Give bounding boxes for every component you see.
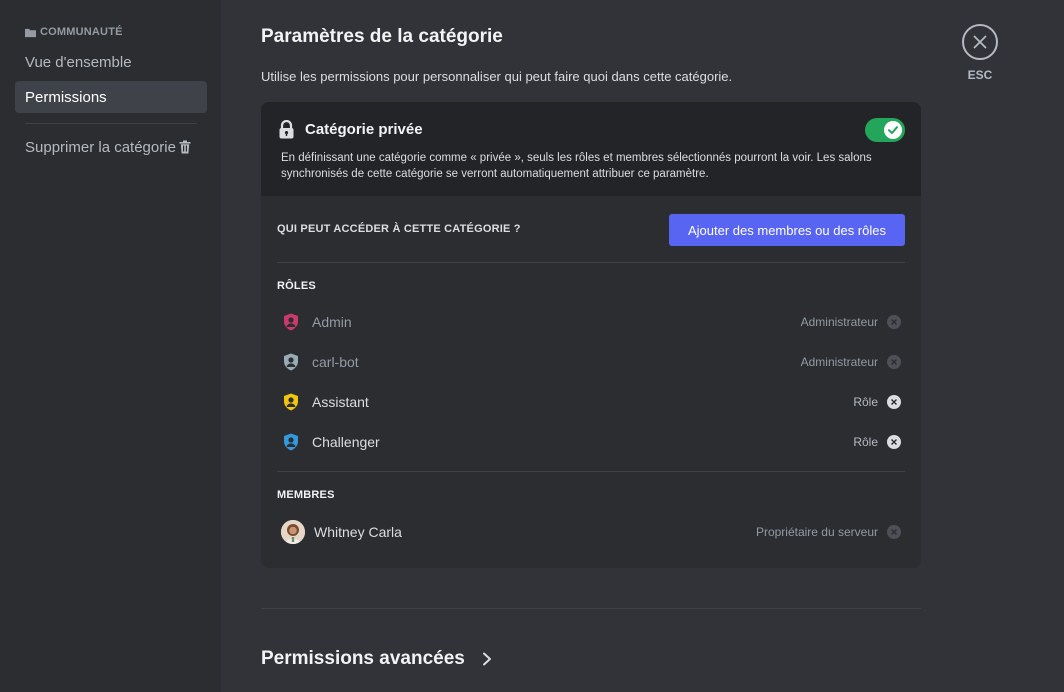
role-shield-icon: [277, 312, 307, 332]
sidebar-item-label: Vue d'ensemble: [25, 53, 132, 71]
row-actions: Propriétaire du serveur: [756, 525, 905, 539]
main-content: Paramètres de la catégorie Utilise les p…: [221, 0, 1064, 692]
page-subtitle: Utilise les permissions pour personnalis…: [261, 69, 733, 84]
close-control: ESC: [960, 24, 1000, 82]
sidebar-divider: [25, 123, 197, 124]
permissions-card: Catégorie privée En définissant une caté…: [261, 102, 921, 568]
advanced-permissions-toggle[interactable]: Permissions avancées: [261, 648, 493, 670]
page-title: Paramètres de la catégorie: [261, 26, 503, 47]
role-shield-icon: [277, 392, 307, 412]
role-row-challenger: Challenger Rôle: [277, 424, 905, 460]
role-shield-icon: [277, 432, 307, 452]
role-row-assistant: Assistant Rôle: [277, 384, 905, 420]
folder-icon: [25, 28, 36, 37]
toggle-knob: [884, 121, 902, 139]
sidebar-header: COMMUNAUTÉ: [25, 26, 123, 38]
close-button[interactable]: [962, 24, 998, 60]
sidebar: COMMUNAUTÉ Vue d'ensemble Permissions Su…: [0, 0, 221, 692]
members-section-label: MEMBRES: [277, 489, 335, 501]
role-row-admin: Admin Administrateur: [277, 304, 905, 340]
role-type: Administrateur: [800, 355, 878, 369]
role-row-carl-bot: carl-bot Administrateur: [277, 344, 905, 380]
private-category-toggle[interactable]: [865, 118, 905, 142]
remove-role-button: [887, 355, 901, 369]
avatar-wrap: [277, 520, 309, 544]
role-shield-icon: [277, 352, 307, 372]
sidebar-item-label: Permissions: [25, 88, 107, 106]
access-label: QUI PEUT ACCÉDER À CETTE CATÉGORIE ?: [277, 223, 521, 235]
close-icon: [891, 359, 897, 365]
sidebar-header-label: COMMUNAUTÉ: [40, 26, 123, 38]
close-icon: [891, 439, 897, 445]
close-icon: [891, 319, 897, 325]
chevron-right-icon: [482, 652, 491, 666]
sidebar-item-delete-category[interactable]: Supprimer la catégorie: [15, 131, 207, 163]
member-name: Whitney Carla: [314, 524, 402, 540]
check-icon: [888, 126, 898, 134]
section-divider: [261, 608, 921, 609]
role-type: Rôle: [853, 395, 878, 409]
remove-role-button: [887, 315, 901, 329]
row-actions: Rôle: [853, 435, 905, 449]
sidebar-item-permissions[interactable]: Permissions: [15, 81, 207, 113]
trash-icon: [179, 140, 191, 154]
member-type: Propriétaire du serveur: [755, 525, 878, 539]
role-name: Challenger: [312, 434, 380, 450]
role-type: Administrateur: [800, 315, 878, 329]
role-name: Assistant: [312, 394, 369, 410]
divider: [277, 471, 905, 472]
roles-section-label: RÔLES: [277, 280, 316, 292]
role-name: carl-bot: [312, 354, 359, 370]
remove-role-button[interactable]: [887, 395, 901, 409]
private-category-panel: Catégorie privée En définissant une caté…: [261, 102, 921, 196]
remove-role-button[interactable]: [887, 435, 901, 449]
sidebar-item-label: Supprimer la catégorie: [25, 138, 176, 156]
add-members-or-roles-button[interactable]: Ajouter des membres ou des rôles: [669, 214, 905, 246]
close-icon: [891, 529, 897, 535]
member-row: Whitney Carla Propriétaire du serveur: [277, 514, 905, 550]
private-category-description: En définissant une catégorie comme « pri…: [281, 152, 872, 180]
private-category-header: Catégorie privée: [278, 120, 423, 139]
esc-label: ESC: [967, 68, 993, 82]
row-actions: Rôle: [853, 395, 905, 409]
sidebar-item-overview[interactable]: Vue d'ensemble: [15, 46, 207, 78]
row-actions: Administrateur: [801, 315, 905, 329]
lock-icon: [279, 120, 294, 139]
advanced-permissions-title: Permissions avancées: [261, 648, 465, 669]
close-icon: [973, 35, 987, 49]
role-type: Rôle: [853, 435, 878, 449]
remove-member-button: [887, 525, 901, 539]
private-category-title: Catégorie privée: [305, 121, 423, 138]
close-icon: [891, 399, 897, 405]
divider: [277, 262, 905, 263]
role-name: Admin: [312, 314, 352, 330]
row-actions: Administrateur: [801, 355, 905, 369]
avatar: [281, 520, 305, 544]
